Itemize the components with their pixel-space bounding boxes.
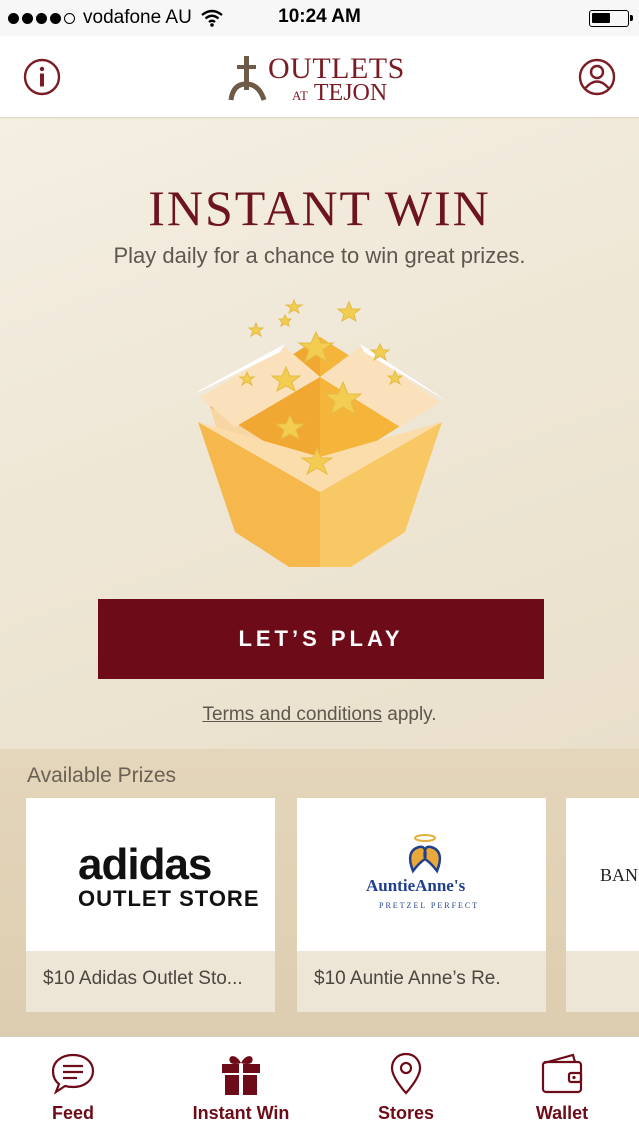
profile-button[interactable] bbox=[577, 57, 617, 97]
tab-stores[interactable]: Stores bbox=[356, 1037, 456, 1136]
terms-line: Terms and conditions apply. bbox=[0, 704, 639, 726]
tab-label: Feed bbox=[51, 1103, 94, 1123]
page-title: INSTANT WIN bbox=[148, 180, 491, 236]
pretzel-halo-icon bbox=[408, 834, 442, 874]
wallet-icon bbox=[541, 1053, 583, 1094]
prize-card[interactable]: AuntieAnne's PRETZEL PERFECT $10 Auntie … bbox=[297, 798, 546, 1012]
lets-play-button[interactable]: LET’S PLAY bbox=[98, 599, 544, 679]
gift-icon bbox=[222, 1056, 260, 1095]
info-icon bbox=[23, 58, 61, 96]
gift-box-with-stars-icon bbox=[195, 298, 445, 567]
battery-level bbox=[592, 13, 610, 23]
prize-brand-image: AuntieAnne's PRETZEL PERFECT bbox=[297, 798, 546, 951]
logo-at: AT bbox=[292, 88, 308, 103]
status-bar: vodafone AU 10:24 AM bbox=[0, 0, 639, 36]
prize-name: $10 Adidas Outlet Sto... bbox=[43, 968, 243, 989]
prize-brand-image: adidas OUTLET STORE bbox=[26, 798, 275, 951]
terms-suffix: apply. bbox=[381, 704, 437, 725]
logo-tejon: TEJON bbox=[313, 80, 388, 106]
map-pin-icon bbox=[390, 1052, 422, 1095]
prize-card[interactable]: BAN bbox=[566, 798, 639, 1012]
brand-logo-subtext: PRETZEL PERFECT bbox=[379, 901, 480, 910]
logo-line-tejon: AT TEJON bbox=[292, 80, 387, 107]
user-profile-icon bbox=[578, 58, 616, 96]
terms-and-conditions-link[interactable]: Terms and conditions bbox=[202, 704, 382, 725]
brand-logo-text: adidas bbox=[78, 840, 212, 889]
section-title: Available Prizes bbox=[27, 764, 177, 787]
tab-label: Stores bbox=[377, 1103, 435, 1123]
tab-feed[interactable]: Feed bbox=[23, 1037, 123, 1136]
chat-bubble-icon bbox=[51, 1053, 95, 1095]
brand-logo-subtext: OUTLET STORE bbox=[78, 886, 260, 911]
tab-instant-win[interactable]: Instant Win bbox=[181, 1037, 301, 1136]
brand-logo-text: BAN bbox=[600, 865, 639, 885]
page-subtitle: Play daily for a chance to win great pri… bbox=[113, 243, 526, 268]
info-button[interactable] bbox=[22, 57, 62, 97]
bottom-tab-bar: Feed Instant Win Stores Wallet bbox=[0, 1036, 639, 1136]
app-header: OUTLETS AT TEJON bbox=[0, 36, 639, 118]
status-time: 10:24 AM bbox=[278, 6, 361, 27]
outlets-at-tejon-logo[interactable]: OUTLETS AT TEJON bbox=[228, 52, 413, 107]
instant-win-hero: INSTANT WIN Play daily for a chance to w… bbox=[0, 119, 639, 749]
brand-logo-text: AuntieAnne's bbox=[366, 876, 466, 895]
prize-name: $10 Auntie Anne’s Re. bbox=[314, 968, 501, 989]
tab-label: Instant Win bbox=[192, 1103, 290, 1123]
prize-card[interactable]: adidas OUTLET STORE $10 Adidas Outlet St… bbox=[26, 798, 275, 1012]
tab-label: Wallet bbox=[535, 1103, 589, 1123]
prize-brand-image: BAN bbox=[566, 798, 639, 951]
battery-icon bbox=[589, 10, 633, 27]
logo-cross-mark-icon bbox=[228, 56, 267, 101]
available-prizes-section: Available Prizes adidas OUTLET STORE $10… bbox=[0, 749, 639, 1036]
tab-wallet[interactable]: Wallet bbox=[512, 1037, 612, 1136]
